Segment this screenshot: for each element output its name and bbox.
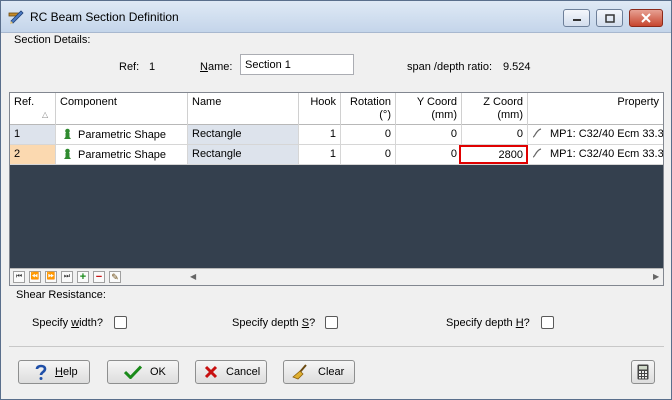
col-name[interactable]: Name xyxy=(188,93,299,125)
checkmark-icon xyxy=(124,365,142,379)
close-icon xyxy=(641,13,651,23)
cancel-button[interactable]: Cancel xyxy=(195,360,267,384)
next-record-button[interactable]: ⏩ xyxy=(45,271,57,283)
material-curve-icon xyxy=(532,128,542,138)
ref-value: 1 xyxy=(149,61,156,73)
clear-button[interactable]: Clear xyxy=(283,360,355,384)
scroll-right-arrow-icon[interactable]: ▶ xyxy=(653,272,659,281)
specify-depth-s-label: Specify depth S? xyxy=(232,317,316,329)
cell-property[interactable]: MP1: C32/40 Ecm 33.3 xyxy=(528,145,663,164)
span-depth-value: 9.524 xyxy=(503,61,531,73)
edit-record-button[interactable]: ✎ xyxy=(109,271,121,283)
ref-label: Ref: xyxy=(119,61,140,73)
maximize-icon xyxy=(604,13,615,23)
specify-depth-h-label: Specify depth H? xyxy=(446,317,530,329)
col-ref[interactable]: Ref. △ xyxy=(10,93,56,125)
calculator-button[interactable] xyxy=(631,360,655,384)
cell-rotation[interactable]: 0 xyxy=(341,145,396,164)
add-icon: + xyxy=(79,271,87,283)
dialog-window: RC Beam Section Definition Section Detai… xyxy=(0,0,672,400)
cell-name[interactable]: Rectangle xyxy=(188,145,299,164)
first-record-button[interactable]: ⏮ xyxy=(13,271,25,283)
cell-y-coord[interactable]: 0 xyxy=(396,125,462,144)
remove-icon: − xyxy=(95,271,103,283)
prev-icon: ⏪ xyxy=(30,273,40,280)
cell-z-coord[interactable]: 0 xyxy=(462,125,528,144)
title-bar[interactable]: RC Beam Section Definition xyxy=(1,1,671,33)
table-row[interactable]: 2 Parametric Shape Rectangle 1 0 0 2800 … xyxy=(10,145,663,165)
app-icon xyxy=(8,10,24,24)
name-label: Name: xyxy=(200,61,233,73)
shear-resistance-label: Shear Resistance: xyxy=(16,289,106,301)
next-icon: ⏩ xyxy=(46,273,56,280)
specify-depth-h-checkbox[interactable] xyxy=(541,316,554,329)
section-details-label: Section Details: xyxy=(14,34,91,46)
cell-z-coord-editing[interactable]: 2800 xyxy=(459,145,528,164)
remove-record-button[interactable]: − xyxy=(93,271,105,283)
divider xyxy=(9,346,664,347)
col-y-coord[interactable]: Y Coord (mm) xyxy=(396,93,462,125)
specify-width-label: Specify width? xyxy=(32,317,103,329)
cancel-x-icon xyxy=(204,365,218,379)
last-record-button[interactable]: ⏭ xyxy=(61,271,73,283)
specify-depth-s-checkbox[interactable] xyxy=(325,316,338,329)
material-curve-icon xyxy=(532,148,542,158)
grid-header: Ref. △ Component Name Hook Rotation (°) Y… xyxy=(10,93,663,125)
col-rotation[interactable]: Rotation (°) xyxy=(341,93,396,125)
ok-button[interactable]: OK xyxy=(107,360,179,384)
broom-icon xyxy=(292,364,307,380)
cell-hook[interactable]: 1 xyxy=(299,125,341,144)
cell-ref[interactable]: 1 xyxy=(10,125,56,144)
cell-component[interactable]: Parametric Shape xyxy=(56,145,188,164)
edit-icon: ✎ xyxy=(111,272,119,282)
col-z-coord[interactable]: Z Coord (mm) xyxy=(462,93,528,125)
scroll-left-arrow-icon[interactable]: ◀ xyxy=(190,272,196,281)
help-button[interactable]: Help xyxy=(18,360,90,384)
calculator-icon xyxy=(637,364,649,380)
minimize-icon xyxy=(572,19,581,21)
cell-name[interactable]: Rectangle xyxy=(188,125,299,144)
cell-component[interactable]: Parametric Shape xyxy=(56,125,188,144)
col-hook[interactable]: Hook xyxy=(299,93,341,125)
minimize-button[interactable] xyxy=(563,9,590,27)
span-depth-label: span /depth ratio: xyxy=(407,61,493,73)
col-property[interactable]: Property xyxy=(528,93,663,125)
window-title: RC Beam Section Definition xyxy=(30,10,179,24)
cell-rotation[interactable]: 0 xyxy=(341,125,396,144)
name-input[interactable] xyxy=(240,54,354,75)
table-row[interactable]: 1 Parametric Shape Rectangle 1 0 0 0 MP1… xyxy=(10,125,663,145)
components-grid: Ref. △ Component Name Hook Rotation (°) Y… xyxy=(9,92,664,286)
add-record-button[interactable]: + xyxy=(77,271,89,283)
help-icon xyxy=(35,364,47,380)
cell-property[interactable]: MP1: C32/40 Ecm 33.3 xyxy=(528,125,663,144)
maximize-button[interactable] xyxy=(596,9,623,27)
cell-y-coord[interactable]: 0 xyxy=(396,145,462,164)
last-icon: ⏭ xyxy=(63,273,71,280)
col-component[interactable]: Component xyxy=(56,93,188,125)
shape-icon xyxy=(64,148,71,159)
sort-ascending-icon: △ xyxy=(42,110,49,119)
cell-ref[interactable]: 2 xyxy=(10,145,56,164)
specify-width-checkbox[interactable] xyxy=(114,316,127,329)
first-icon: ⏮ xyxy=(15,273,23,280)
prev-record-button[interactable]: ⏪ xyxy=(29,271,41,283)
cell-hook[interactable]: 1 xyxy=(299,145,341,164)
close-button[interactable] xyxy=(629,9,663,27)
grid-navigator: ⏮ ⏪ ⏩ ⏭ + − ✎ ◀ ▶ xyxy=(10,268,663,285)
shape-icon xyxy=(64,128,71,139)
